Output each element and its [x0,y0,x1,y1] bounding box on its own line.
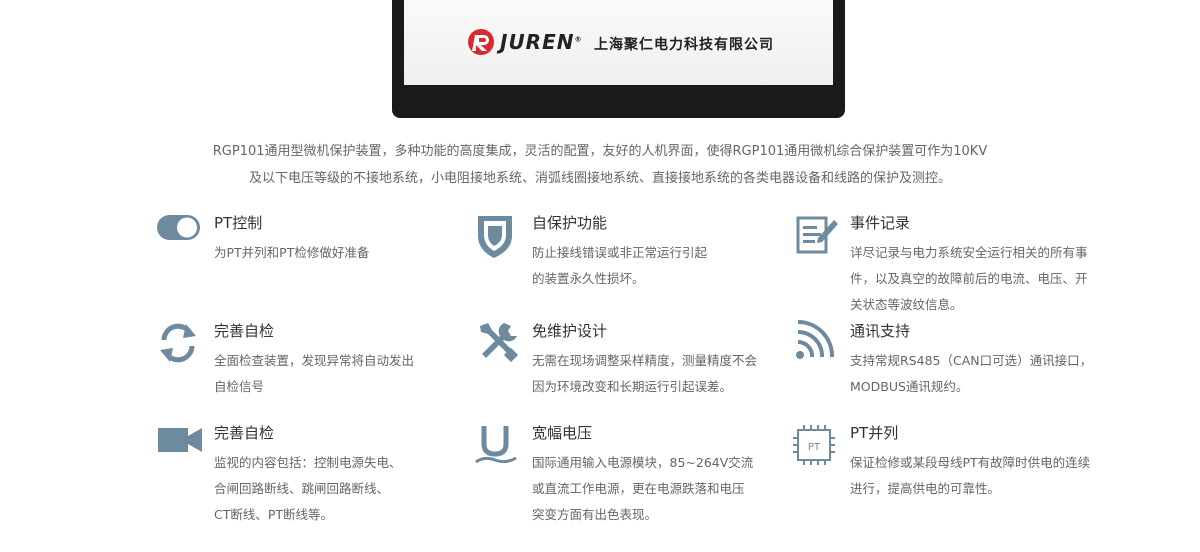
signal-icon [796,320,835,359]
juren-logo-icon [468,29,494,55]
brand-name: JUREN® [500,30,583,54]
refresh-icon [160,323,196,363]
feature-desc: 详尽记录与电力系统安全运行相关的所有事 件，以及真空的故障前后的电流、电压、开 … [850,245,1088,312]
document-edit-icon [796,216,838,254]
feature-desc: 保证检修或某段母线PT有故障时供电的连续 进行，提高供电的可靠性。 [850,455,1091,496]
chip-pt-icon: PT [793,425,835,465]
intro-text: RGP101通用型微机保护装置，多种功能的高度集成，灵活的配置，友好的人机界面，… [200,138,1000,192]
feature-desc: 无需在现场调整采样精度，测量精度不会 因为环境改变和长期运行引起误差。 [532,353,758,394]
feature-desc: 国际通用输入电源模块，85~264V交流 或直流工作电源，更在电源跌落和电压 突… [532,455,754,522]
feature-desc: 支持常规RS485（CAN口可选）通讯接口， MODBUS通讯规约。 [850,353,1093,394]
company-name: 上海聚仁电力科技有限公司 [594,37,774,53]
feature-desc: 防止接线错误或非正常运行引起 的装置永久性损坏。 [532,245,708,286]
feature-title: 事件记录 [850,214,911,232]
feature-title: 宽幅电压 [532,424,593,442]
video-camera-icon [158,428,202,452]
feature-desc: 为PT并列和PT检修做好准备 [214,245,370,260]
toggle-switch-icon [157,215,200,240]
feature-title: 完善自检 [214,424,275,442]
feature-title: PT并列 [850,424,899,442]
device-frame: JUREN® 上海聚仁电力科技有限公司 [392,0,845,118]
feature-title: 通讯支持 [850,322,911,340]
tools-icon [480,323,519,363]
feature-title: PT控制 [214,214,263,232]
feature-title: 完善自检 [214,322,275,340]
intro-line-2: 及以下电压等级的不接地系统，小电阻接地系统、消弧线圈接地系统、直接接地系统的各类… [248,171,951,186]
voltage-u-icon [475,426,517,464]
chip-label: PT [808,442,821,453]
shield-icon [478,216,512,258]
feature-title: 自保护功能 [532,214,608,232]
intro-line-1: RGP101通用型微机保护装置，多种功能的高度集成，灵活的配置，友好的人机界面，… [212,144,988,159]
device-screen: JUREN® 上海聚仁电力科技有限公司 [404,0,833,85]
feature-desc: 监视的内容包括：控制电源失电、 合闸回路断线、跳闸回路断线、 CT断线、PT断线… [214,455,402,522]
feature-title: 免维护设计 [532,322,608,340]
feature-desc: 全面检查装置，发现异常将自动发出 自检信号 [214,353,415,394]
